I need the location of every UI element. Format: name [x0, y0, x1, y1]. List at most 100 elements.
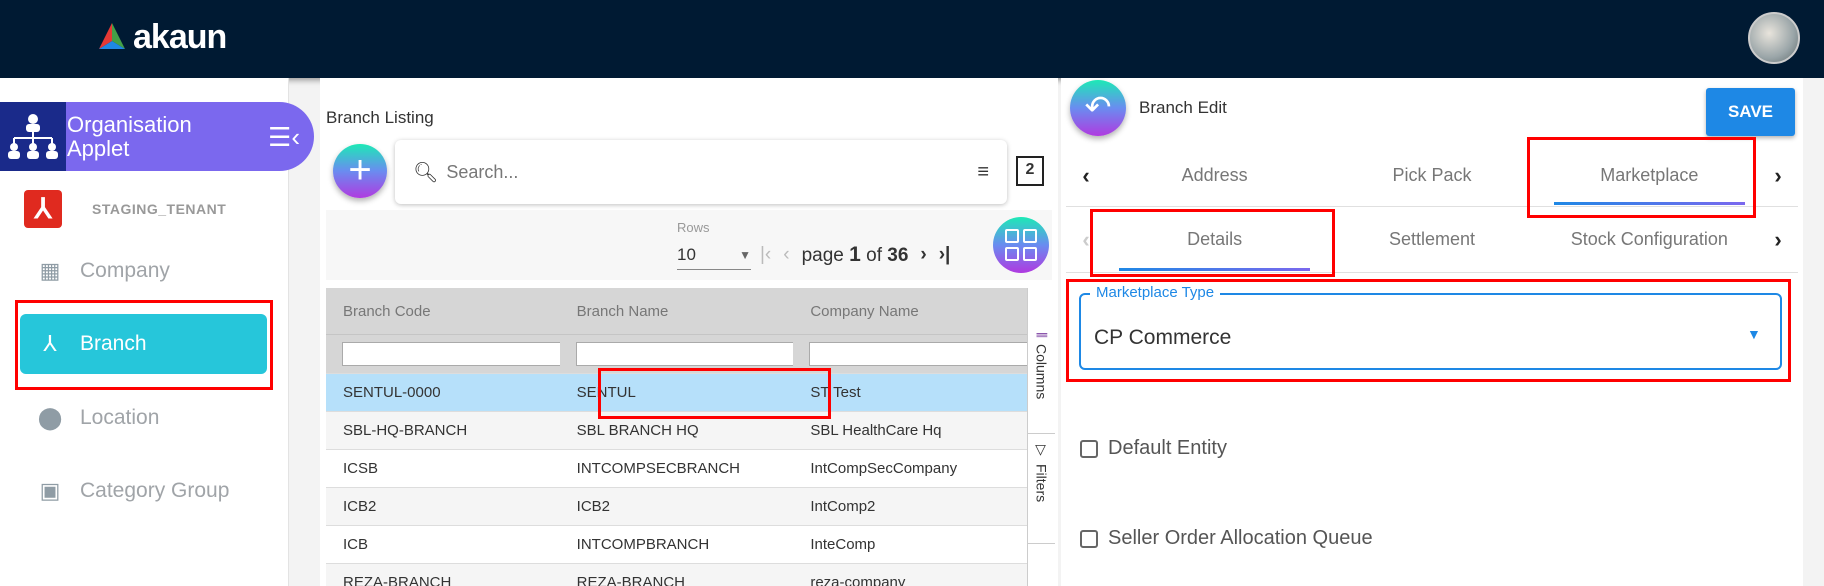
page-total: 36: [887, 245, 909, 266]
branch-table: Branch Code Branch Name Company Name SEN…: [326, 288, 1027, 586]
org-chart-icon: [0, 102, 66, 171]
tab-details[interactable]: Details: [1106, 207, 1323, 272]
dropdown-caret-icon[interactable]: ▼: [1747, 326, 1761, 342]
subtab-scroll-right-icon[interactable]: ›: [1758, 227, 1798, 253]
cell: SENTUL: [576, 384, 636, 401]
columns-tab[interactable]: ⦀ Columns: [1028, 324, 1055, 434]
table-row[interactable]: SBL-HQ-BRANCH SBL BRANCH HQ SBL HealthCare…: [326, 412, 1027, 450]
tab-marketplace[interactable]: Marketplace: [1541, 145, 1758, 206]
wallet-icon: ▣: [39, 478, 61, 503]
akaun-logo-icon: [99, 22, 125, 49]
sidebar-item-label: Location: [80, 406, 160, 429]
sidebar-item-label: Category Group: [80, 479, 230, 502]
sidebar-item-label: Company: [80, 259, 170, 282]
back-button[interactable]: ↶: [1070, 80, 1126, 136]
filter-funnel-icon: ▽: [1033, 442, 1050, 458]
branch-name-filter-input[interactable]: [575, 342, 794, 366]
column-header-branch-name[interactable]: Branch Name: [560, 303, 794, 320]
akaun-logo[interactable]: akaun: [95, 18, 227, 57]
cell: ICB: [343, 536, 369, 553]
of-word: of: [866, 245, 882, 266]
sidebar-item-label: Branch: [80, 332, 147, 355]
cell: SBL BRANCH HQ: [576, 422, 699, 439]
grid-view-button[interactable]: [993, 217, 1049, 273]
sub-tabs: ‹ Details Settlement Stock Configuration…: [1066, 207, 1798, 273]
tab-settlement[interactable]: Settlement: [1323, 207, 1540, 272]
applet-title: Organisation Applet: [67, 111, 192, 161]
table-row[interactable]: ICSB INTCOMPSECBRANCH IntCompSecCompany: [326, 450, 1027, 488]
sidebar-item-category-group[interactable]: ▣ Category Group: [20, 461, 267, 521]
columns-icon: ⦀: [1033, 332, 1050, 339]
user-avatar[interactable]: [1748, 12, 1800, 64]
last-page-icon[interactable]: ›|: [939, 244, 951, 266]
cell: ICB2: [343, 498, 377, 515]
grid-side-panel: ⦀ Columns ▽ Filters: [1027, 288, 1055, 586]
checkbox-icon[interactable]: [1080, 529, 1098, 548]
location-pin-icon: ⬤: [37, 405, 63, 430]
collapse-menu-icon[interactable]: ☰‹: [268, 122, 300, 153]
sidebar-item-company[interactable]: ▦ Company: [20, 241, 267, 301]
filter-icon[interactable]: ≡: [977, 161, 989, 184]
cell: InteComp: [810, 536, 876, 553]
cell: ICB2: [576, 498, 611, 515]
seller-order-allocation-queue-checkbox[interactable]: Seller Order Allocation Queue: [1080, 527, 1373, 550]
tenant-switcher[interactable]: ⅄ STAGING_TENANT: [24, 190, 226, 228]
applet-header: Organisation Applet ☰‹: [0, 102, 314, 171]
edit-title: Branch Edit: [1139, 98, 1227, 117]
column-header-company-name[interactable]: Company Name: [793, 303, 1027, 320]
checkbox-icon[interactable]: [1080, 439, 1098, 458]
add-branch-button[interactable]: +: [333, 144, 387, 198]
cell: SBL-HQ-BRANCH: [343, 422, 468, 439]
sidebar-item-location[interactable]: ⬤ Location: [20, 388, 267, 448]
cell: IntCompSecCompany: [810, 460, 958, 477]
branch-icon: ⅄: [43, 331, 57, 356]
first-page-icon[interactable]: |‹: [760, 244, 771, 266]
column-count-icon[interactable]: 2: [1016, 156, 1044, 186]
save-button[interactable]: SAVE: [1706, 88, 1795, 136]
table-row[interactable]: REZA-BRANCH REZA-BRANCH reza-company: [326, 564, 1027, 586]
table-row[interactable]: ICB INTCOMPBRANCH InteComp: [326, 526, 1027, 564]
branch-code-filter-input[interactable]: [342, 342, 560, 366]
page-current: 1: [849, 243, 861, 266]
tab-pick-pack[interactable]: Pick Pack: [1323, 145, 1540, 206]
pager: |‹ ‹ page 1 of 36 › ›|: [760, 243, 950, 267]
cell: reza-company: [810, 574, 906, 586]
cell: ICSB: [343, 460, 379, 477]
main-tabs: ‹ Address Pick Pack Marketplace ›: [1066, 145, 1798, 207]
column-header-branch-code[interactable]: Branch Code: [326, 303, 560, 320]
building-icon: ▦: [39, 258, 61, 283]
table-row[interactable]: SENTUL-0000 SENTUL ST Test: [326, 374, 1027, 412]
company-name-filter-input[interactable]: [809, 342, 1027, 366]
page-scrollbar[interactable]: [1803, 78, 1824, 586]
tenant-name: STAGING_TENANT: [92, 201, 227, 217]
logo-text: akaun: [133, 18, 227, 56]
search-input[interactable]: [446, 161, 970, 183]
cell: SENTUL-0000: [343, 384, 441, 401]
sidebar-item-branch[interactable]: ⅄ Branch: [20, 314, 267, 374]
prev-page-icon[interactable]: ‹: [783, 244, 789, 266]
rows-per-page-select[interactable]: 10 ▼: [677, 240, 751, 270]
filters-tab-label: Filters: [1033, 464, 1050, 503]
cell: INTCOMPBRANCH: [576, 536, 710, 553]
rows-value: 10: [677, 244, 696, 264]
filters-tab[interactable]: ▽ Filters: [1028, 434, 1055, 544]
checkbox-label: Default Entity: [1108, 437, 1227, 459]
subtab-scroll-left-icon[interactable]: ‹: [1066, 227, 1106, 253]
tab-scroll-left-icon[interactable]: ‹: [1066, 163, 1106, 189]
tab-address[interactable]: Address: [1106, 145, 1323, 206]
next-page-icon[interactable]: ›: [920, 244, 926, 266]
top-bar: [0, 0, 1824, 78]
search-bar[interactable]: 🔍︎ ≡: [395, 140, 1007, 204]
table-row[interactable]: ICB2 ICB2 IntComp2: [326, 488, 1027, 526]
default-entity-checkbox[interactable]: Default Entity: [1080, 437, 1227, 460]
tab-scroll-right-icon[interactable]: ›: [1758, 163, 1798, 189]
search-icon: 🔍︎: [413, 161, 439, 184]
cell: IntComp2: [810, 498, 876, 515]
page-word: page: [801, 245, 844, 266]
cell: REZA-BRANCH: [576, 574, 686, 586]
cell: ST Test: [810, 384, 861, 401]
rows-label: Rows: [677, 220, 710, 235]
marketplace-type-value: CP Commerce: [1094, 326, 1232, 349]
tab-stock-configuration[interactable]: Stock Configuration: [1541, 207, 1758, 272]
cell: REZA-BRANCH: [343, 574, 452, 586]
